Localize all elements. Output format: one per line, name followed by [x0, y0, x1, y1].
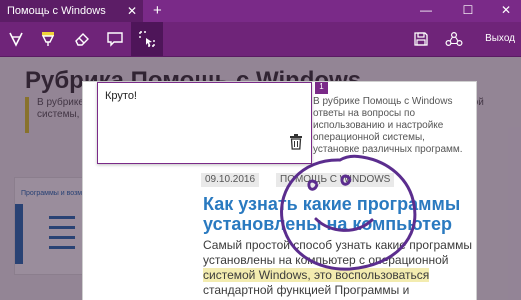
save-icon [414, 32, 428, 46]
body-text-end: стандартной функцией Программы и компоне… [203, 283, 410, 300]
clip-description: В рубрике Помощь с Windows ответы на воп… [313, 96, 463, 155]
save-button[interactable] [405, 22, 437, 56]
body-text-start: Самый простой способ узнать какие програ… [203, 238, 472, 267]
article-date: 09.10.2016 [201, 173, 260, 187]
note-toolbar: Выход [0, 22, 521, 57]
web-page: Рубрика Помощь с Windows В рубрике Помощ… [0, 57, 521, 300]
delete-note-button[interactable] [289, 134, 303, 155]
add-note-button[interactable] [99, 22, 131, 56]
clip-tool-button[interactable] [131, 22, 163, 56]
title-bar: Помощь с Windows ✕ + — ☐ ✕ [0, 0, 521, 22]
exit-button[interactable]: Выход [485, 22, 515, 56]
pen-tool-button[interactable] [0, 22, 32, 56]
note-marker[interactable]: 1 [315, 82, 328, 94]
new-tab-button[interactable]: + [153, 0, 162, 21]
highlighted-text: системой Windows, это воспользоваться [203, 268, 430, 282]
browser-tab[interactable]: Помощь с Windows ✕ [0, 0, 143, 22]
highlighter-icon [41, 32, 55, 46]
note-icon [107, 32, 123, 47]
article-category[interactable]: ПОМОЩЬ С WINDOWS [276, 173, 395, 187]
note-text[interactable]: Круто! [105, 90, 137, 102]
highlighter-tool-button[interactable] [32, 22, 64, 56]
eraser-tool-button[interactable] [66, 22, 98, 56]
clip-icon [139, 31, 155, 47]
maximize-button[interactable]: ☐ [453, 0, 483, 22]
share-button[interactable] [438, 22, 470, 56]
note-popup[interactable]: Круто! [97, 82, 312, 164]
article-body: Самый простой способ узнать какие програ… [203, 238, 475, 300]
tab-title: Помощь с Windows [7, 5, 106, 17]
tab-close-icon[interactable]: ✕ [127, 0, 137, 22]
minimize-button[interactable]: — [411, 0, 441, 22]
article-headline[interactable]: Как узнать какие программы установлены н… [203, 194, 463, 234]
eraser-icon [75, 33, 89, 46]
close-window-button[interactable]: ✕ [491, 0, 521, 22]
pen-icon [9, 32, 23, 47]
share-icon [445, 31, 463, 47]
trash-icon [290, 134, 302, 150]
